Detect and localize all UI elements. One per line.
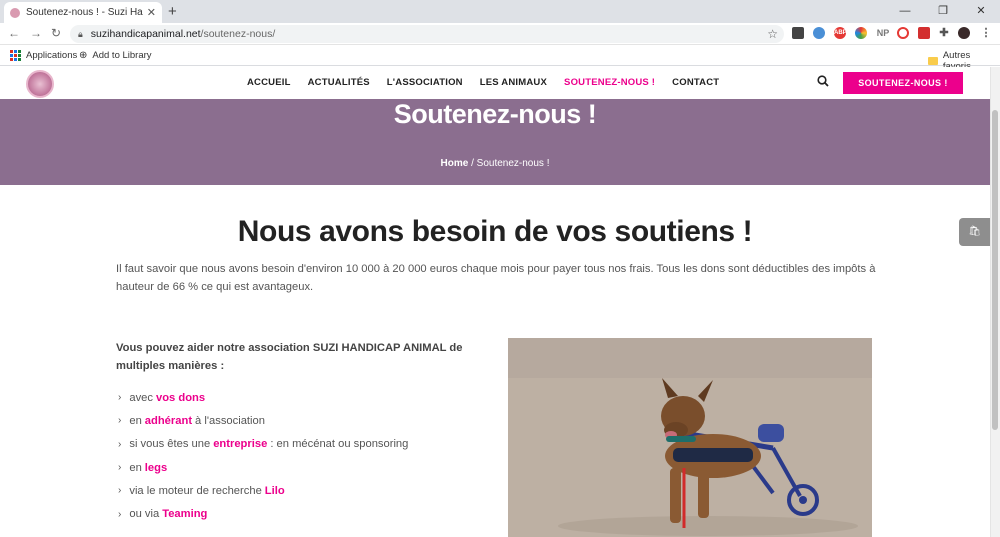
ways-to-help-list: › avec vos dons › en adhérant à l'association… [118, 386, 408, 526]
lock-icon: 🔒︎ [78, 28, 83, 39]
back-icon[interactable]: ← [8, 26, 20, 40]
adblock-icon[interactable]: ABP [834, 27, 847, 39]
dog-wheelchair-photo [508, 338, 872, 537]
bookmarks-bar: Applications ⊕ Add to Library Autres fav… [0, 46, 1000, 72]
color-icon[interactable] [855, 27, 867, 39]
breadcrumb-home[interactable]: Home [441, 158, 469, 169]
close-window-icon[interactable]: ✕ [962, 0, 1000, 23]
list-item: › via le moteur de recherche Lilo [118, 479, 408, 502]
puzzle-icon[interactable]: ✚ [938, 27, 950, 39]
main-menu: ACCUEIL ACTUALITÉS L'ASSOCIATION LES ANI… [247, 77, 736, 88]
chevron-right-icon: › [118, 508, 122, 520]
bookmark-library-label: Add to Library [92, 50, 152, 61]
bookmark-apps[interactable]: Applications [10, 50, 77, 61]
list-item-text: en [129, 461, 142, 474]
link-entreprise[interactable]: entreprise [213, 438, 267, 450]
apps-icon [10, 50, 21, 61]
list-item-text: en [129, 414, 142, 427]
scrollbar-thumb[interactable] [992, 110, 998, 430]
bookmark-apps-label: Applications [26, 50, 78, 61]
bookmark-star-icon[interactable]: ☆ [767, 27, 778, 41]
forward-icon[interactable]: → [30, 26, 42, 40]
page-hero: Soutenez-nous ! Home / Soutenez-nous ! [0, 99, 990, 185]
chevron-right-icon: › [118, 485, 122, 497]
list-item-text: ou via [129, 508, 160, 521]
tab-bar: Soutenez-nous ! - Suzi Handicap ✕ + — ❐ … [0, 0, 1000, 23]
link-lilo[interactable]: Lilo [265, 485, 285, 497]
avatar[interactable] [958, 27, 970, 39]
menu-item-association[interactable]: L'ASSOCIATION [387, 77, 463, 88]
chevron-right-icon: › [118, 462, 122, 474]
chevron-right-icon: › [118, 415, 122, 427]
list-item: › en adhérant à l'association [118, 409, 408, 432]
list-item: › avec vos dons [118, 386, 408, 409]
bookmark-add-to-library[interactable]: ⊕ Add to Library [79, 50, 152, 61]
folder-icon [928, 57, 938, 65]
np-icon[interactable]: NP [875, 27, 891, 39]
url-path: /soutenez-nous/ [200, 28, 276, 40]
list-item-text: : en mécénat ou sponsoring [270, 438, 409, 451]
tag-icon[interactable] [792, 27, 804, 39]
tab-title: Soutenez-nous ! - Suzi Handicap [26, 7, 143, 18]
breadcrumb-separator: / [471, 158, 474, 169]
globe-icon: ⊕ [79, 50, 88, 61]
menu-item-animaux[interactable]: LES ANIMAUX [480, 77, 547, 88]
ways-to-help-lead: Vous pouvez aider notre association SUZI… [116, 342, 463, 372]
site-logo[interactable] [26, 70, 54, 98]
list-item-text: à l'association [195, 414, 265, 427]
link-legs[interactable]: legs [145, 462, 167, 474]
list-item: › ou via Teaming [118, 502, 408, 525]
target-icon[interactable] [897, 27, 909, 39]
menu-item-contact[interactable]: CONTACT [672, 77, 719, 88]
shopping-bag-icon[interactable]: 🛍︎ [959, 218, 990, 246]
reload-icon[interactable]: ↻ [51, 26, 61, 40]
menu-item-accueil[interactable]: ACCUEIL [247, 77, 291, 88]
site-favicon-icon [10, 7, 20, 18]
donate-button[interactable]: SOUTENEZ-NOUS ! [843, 72, 963, 94]
restore-icon[interactable]: ❐ [924, 0, 962, 23]
intro-paragraph: Il faut savoir que nous avons besoin d'e… [116, 263, 876, 293]
chevron-right-icon: › [118, 438, 122, 450]
link-dons[interactable]: vos dons [156, 392, 205, 404]
link-teaming[interactable]: Teaming [162, 508, 207, 520]
menu-item-actualites[interactable]: ACTUALITÉS [308, 77, 370, 88]
menu-item-soutenez-nous[interactable]: SOUTENEZ-NOUS ! [564, 77, 655, 88]
close-tab-icon[interactable]: ✕ [147, 6, 156, 19]
menu-dots-icon[interactable]: ⋮ [980, 27, 992, 39]
list-item: › si vous êtes une entreprise: en mécénat … [118, 433, 408, 456]
link-adherant[interactable]: adhérant [145, 415, 192, 427]
list-item-text: via le moteur de recherche [129, 484, 262, 497]
chevron-right-icon: › [118, 392, 122, 404]
browser-tab[interactable]: Soutenez-nous ! - Suzi Handicap ✕ [4, 2, 162, 23]
list-item-text: si vous êtes une [129, 438, 211, 451]
new-tab-icon[interactable]: + [168, 3, 177, 20]
window-controls: — ❐ ✕ [886, 0, 1000, 23]
search-icon[interactable] [817, 75, 829, 90]
address-bar: ← → ↻ 🔒︎ suzihandicapanimal.net/soutenez… [0, 23, 1000, 45]
site-header: ACCUEIL ACTUALITÉS L'ASSOCIATION LES ANI… [0, 67, 990, 99]
list-item-text: avec [129, 391, 153, 404]
section-heading: Nous avons besoin de vos soutiens ! [237, 215, 753, 248]
breadcrumb-current: Soutenez-nous ! [476, 158, 550, 169]
page-title: Soutenez-nous ! [393, 99, 597, 129]
minimize-icon[interactable]: — [886, 0, 924, 23]
shield-icon[interactable] [813, 27, 825, 39]
breadcrumb: Home / Soutenez-nous ! [0, 158, 990, 169]
url-input[interactable]: 🔒︎ suzihandicapanimal.net/soutenez-nous/… [70, 25, 784, 43]
list-item: › en legs [118, 456, 408, 479]
url-host: suzihandicapanimal.net [90, 28, 201, 40]
adblock2-icon[interactable] [918, 27, 930, 39]
